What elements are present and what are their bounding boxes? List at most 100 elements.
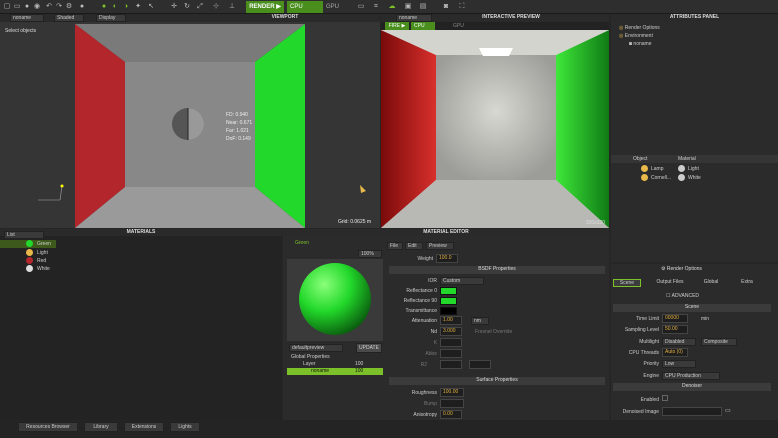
- material2-icon[interactable]: ◐: [111, 3, 119, 11]
- crop-icon[interactable]: ⌗: [372, 3, 380, 11]
- pivot-icon[interactable]: ⊹: [212, 3, 220, 11]
- tree-noname[interactable]: ◙ noname: [619, 40, 660, 48]
- material-row-green[interactable]: Green: [0, 240, 56, 248]
- transmittance-swatch[interactable]: [440, 307, 457, 315]
- layer-row[interactable]: Layer 100: [287, 361, 383, 368]
- r2-field2[interactable]: [469, 360, 491, 369]
- save-icon[interactable]: ●: [23, 3, 31, 11]
- preview-cpu-toggle[interactable]: CPU: [411, 22, 435, 30]
- time-limit-field[interactable]: 00000: [662, 314, 688, 323]
- update-button[interactable]: UPDATE: [356, 343, 382, 353]
- redo-icon[interactable]: ↷: [55, 3, 63, 11]
- noname-layer-row[interactable]: noname 100: [287, 368, 383, 375]
- material-row-white[interactable]: White: [0, 265, 56, 273]
- preview-menu[interactable]: Preview: [426, 242, 454, 250]
- file-menu[interactable]: File: [387, 242, 403, 250]
- k-field[interactable]: [440, 338, 462, 347]
- object-row-cornell[interactable]: Cornell... White: [611, 174, 778, 182]
- cornell-label: Cornell...: [651, 175, 672, 181]
- tree-environment[interactable]: ◎ Environment: [619, 32, 660, 40]
- fresnel-override[interactable]: Fresnel Override: [475, 329, 512, 335]
- lamp-material: Light: [688, 166, 699, 172]
- reflectance90-swatch[interactable]: [440, 297, 457, 305]
- window-icon[interactable]: ▣: [404, 3, 412, 11]
- preview-view-dropdown[interactable]: noname: [396, 14, 432, 22]
- advanced-checkbox[interactable]: ☐ ADVANCED: [666, 293, 699, 299]
- rotate-icon[interactable]: ↻: [183, 3, 191, 11]
- zoom-dropdown[interactable]: 100%: [358, 250, 382, 258]
- preview-render[interactable]: 320x320: [381, 30, 609, 228]
- fire-button[interactable]: FIRE ▶: [385, 22, 409, 30]
- open-folder-icon[interactable]: ▭: [13, 3, 21, 11]
- roughness-field[interactable]: 100.00: [440, 388, 464, 397]
- tab-resources-browser[interactable]: Resources Browser: [18, 422, 78, 432]
- r2-field1[interactable]: [440, 360, 462, 369]
- nd-field[interactable]: 3.000: [440, 327, 462, 336]
- layout-icon[interactable]: ▭: [357, 3, 365, 11]
- edit-menu[interactable]: Edit: [405, 242, 423, 250]
- axis-icon[interactable]: ⊥: [228, 3, 236, 11]
- ior-dropdown[interactable]: Custom: [440, 277, 484, 285]
- sphere-icon[interactable]: ●: [78, 3, 86, 11]
- camera-icon[interactable]: ◙: [442, 3, 450, 11]
- render-button[interactable]: RENDER ▶: [246, 1, 284, 13]
- cloud-icon[interactable]: ☁: [388, 3, 396, 11]
- priority-dropdown[interactable]: Low: [662, 360, 696, 368]
- shading-dropdown[interactable]: Shaded: [54, 14, 84, 22]
- scene-section[interactable]: Scene: [613, 304, 771, 312]
- denoised-image-field[interactable]: [662, 407, 722, 416]
- camera-small-icon: ◙: [629, 41, 633, 47]
- abbe-field[interactable]: [440, 349, 462, 358]
- multilight-dropdown[interactable]: Disabled: [662, 338, 696, 346]
- weight-field[interactable]: 100.0: [436, 254, 458, 263]
- tab-scene[interactable]: Scene: [613, 279, 641, 287]
- light-icon[interactable]: ◑: [122, 3, 130, 11]
- preview-title: INTERACTIVE PREVIEW: [482, 14, 540, 20]
- attenuation-field[interactable]: 1.00: [440, 316, 462, 325]
- tree-render-options[interactable]: ◎ Render Options: [619, 24, 660, 32]
- sampling-level-field[interactable]: 50.00: [662, 325, 688, 334]
- preview-gpu-toggle[interactable]: GPU: [453, 22, 469, 30]
- global-properties[interactable]: Global Properties: [287, 354, 383, 361]
- bump-field[interactable]: [440, 399, 464, 408]
- surface-section[interactable]: Surface Properties: [389, 377, 605, 385]
- engine-dropdown[interactable]: CPU Production: [662, 372, 720, 380]
- preview-mode-dropdown[interactable]: defaultpreview: [289, 344, 343, 352]
- reflectance0-swatch[interactable]: [440, 287, 457, 295]
- roughness-label: Roughness: [411, 390, 437, 396]
- new-file-icon[interactable]: ▢: [3, 3, 11, 11]
- anisotropy-field[interactable]: 0.00: [440, 410, 462, 419]
- tab-global[interactable]: Global: [697, 279, 725, 287]
- attenuation-unit[interactable]: nm: [471, 317, 489, 325]
- tab-library[interactable]: Library: [84, 422, 118, 432]
- tab-output-files[interactable]: Output Files: [653, 279, 687, 287]
- composite-dropdown[interactable]: Composite: [701, 338, 737, 346]
- settings-icon[interactable]: ⚙: [65, 3, 73, 11]
- material-icon[interactable]: ●: [100, 3, 108, 11]
- render-settings-icon[interactable]: ◉: [33, 3, 41, 11]
- object-row-lamp[interactable]: Lamp Light: [611, 165, 778, 173]
- viewport[interactable]: Select objects FD: 0.940 Near: 0.671 Far…: [0, 22, 380, 228]
- bsdf-section[interactable]: BSDF Properties: [389, 266, 605, 274]
- lamp-icon[interactable]: ✦: [134, 3, 142, 11]
- panel-icon[interactable]: ▤: [419, 3, 427, 11]
- undo-icon[interactable]: ↶: [45, 3, 53, 11]
- display-dropdown[interactable]: Display: [96, 14, 126, 22]
- tab-extra[interactable]: Extra: [733, 279, 761, 287]
- cpu-threads-field[interactable]: Auto (0): [662, 348, 688, 357]
- view-dropdown[interactable]: noname: [10, 14, 44, 22]
- move-icon[interactable]: ✛: [170, 3, 178, 11]
- scale-icon[interactable]: ⤢: [196, 3, 204, 11]
- denoiser-section[interactable]: Denoiser: [613, 383, 771, 391]
- material-row-red[interactable]: Red: [0, 257, 56, 265]
- tab-lights[interactable]: Lights: [170, 422, 200, 432]
- enabled-checkbox[interactable]: [662, 395, 668, 401]
- materials-filter[interactable]: List: [4, 231, 44, 239]
- tab-extensions[interactable]: Extensions: [124, 422, 164, 432]
- cpu-toggle[interactable]: CPU: [287, 1, 323, 13]
- select-icon[interactable]: ↖: [147, 3, 155, 11]
- fullscreen-icon[interactable]: ⛶: [458, 3, 466, 11]
- material-row-light[interactable]: Light: [0, 249, 56, 257]
- folder-icon[interactable]: ▭: [725, 407, 731, 414]
- gpu-toggle[interactable]: GPU: [326, 1, 352, 13]
